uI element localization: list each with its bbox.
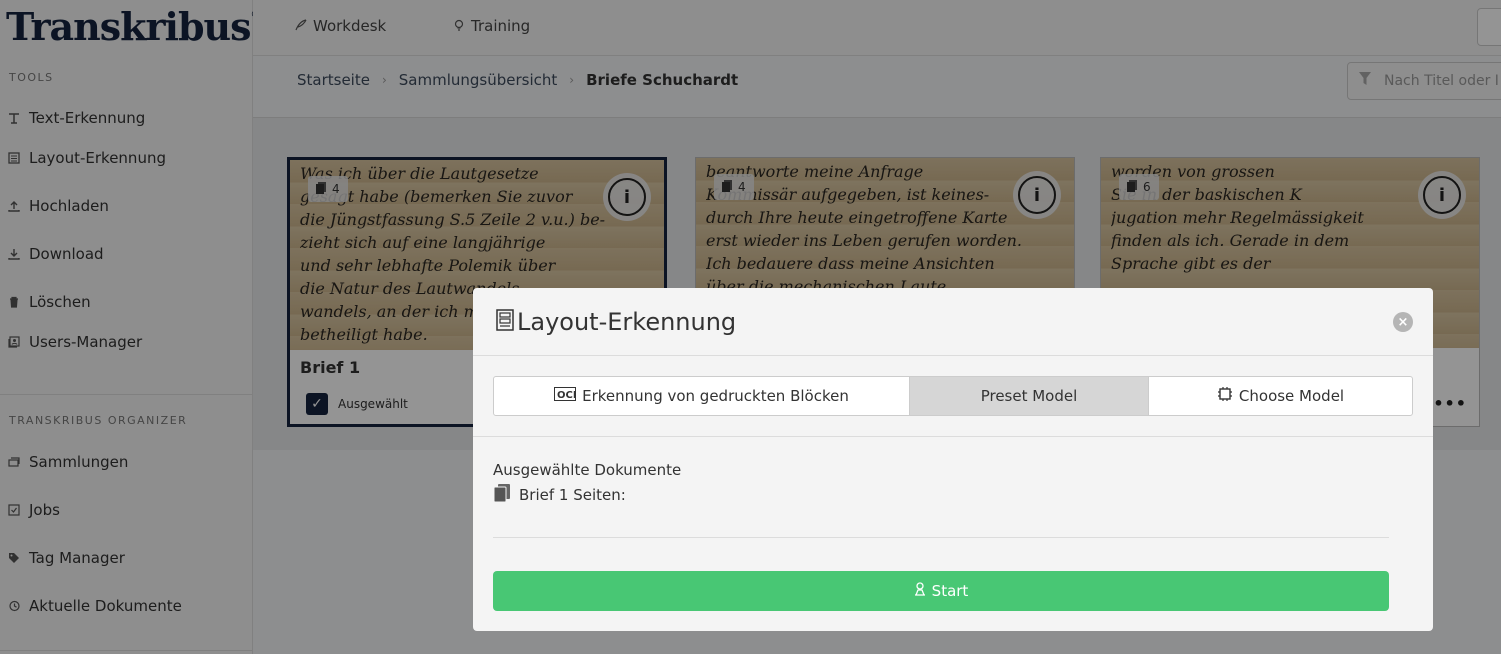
pages-icon [493,484,511,506]
tab-preset-model[interactable]: Preset Model [910,377,1149,415]
model-tabs: OCR Erkennung von gedruckten Blöcken Pre… [493,376,1413,416]
ocr-icon: OCR [554,387,581,405]
run-icon [914,582,926,600]
layout-icon [495,308,515,336]
modal-header: Layout-Erkennung × [473,288,1433,356]
start-label: Start [931,582,969,600]
svg-text:OCR: OCR [557,390,576,401]
selected-document-label: Brief 1 Seiten: [519,486,626,504]
close-icon[interactable]: × [1393,312,1413,332]
layout-recognition-dialog: Layout-Erkennung × OCR Erkennung von ged… [473,288,1433,631]
start-button[interactable]: Start [493,571,1389,611]
selected-document-row: Brief 1 Seiten: [493,484,626,506]
tab-label: Erkennung von gedruckten Blöcken [582,387,849,405]
tab-label: Choose Model [1238,387,1345,405]
modal-divider [473,436,1433,437]
tab-printed-blocks[interactable]: OCR Erkennung von gedruckten Blöcken [494,377,910,415]
modal-title-text: Layout-Erkennung [517,308,737,336]
chip-icon [1217,386,1233,406]
selected-documents-heading: Ausgewählte Dokumente [493,461,682,479]
tab-label: Preset Model [980,387,1078,405]
modal-title: Layout-Erkennung [495,308,736,336]
document-divider [493,537,1389,538]
tab-choose-model[interactable]: Choose Model [1149,377,1412,415]
